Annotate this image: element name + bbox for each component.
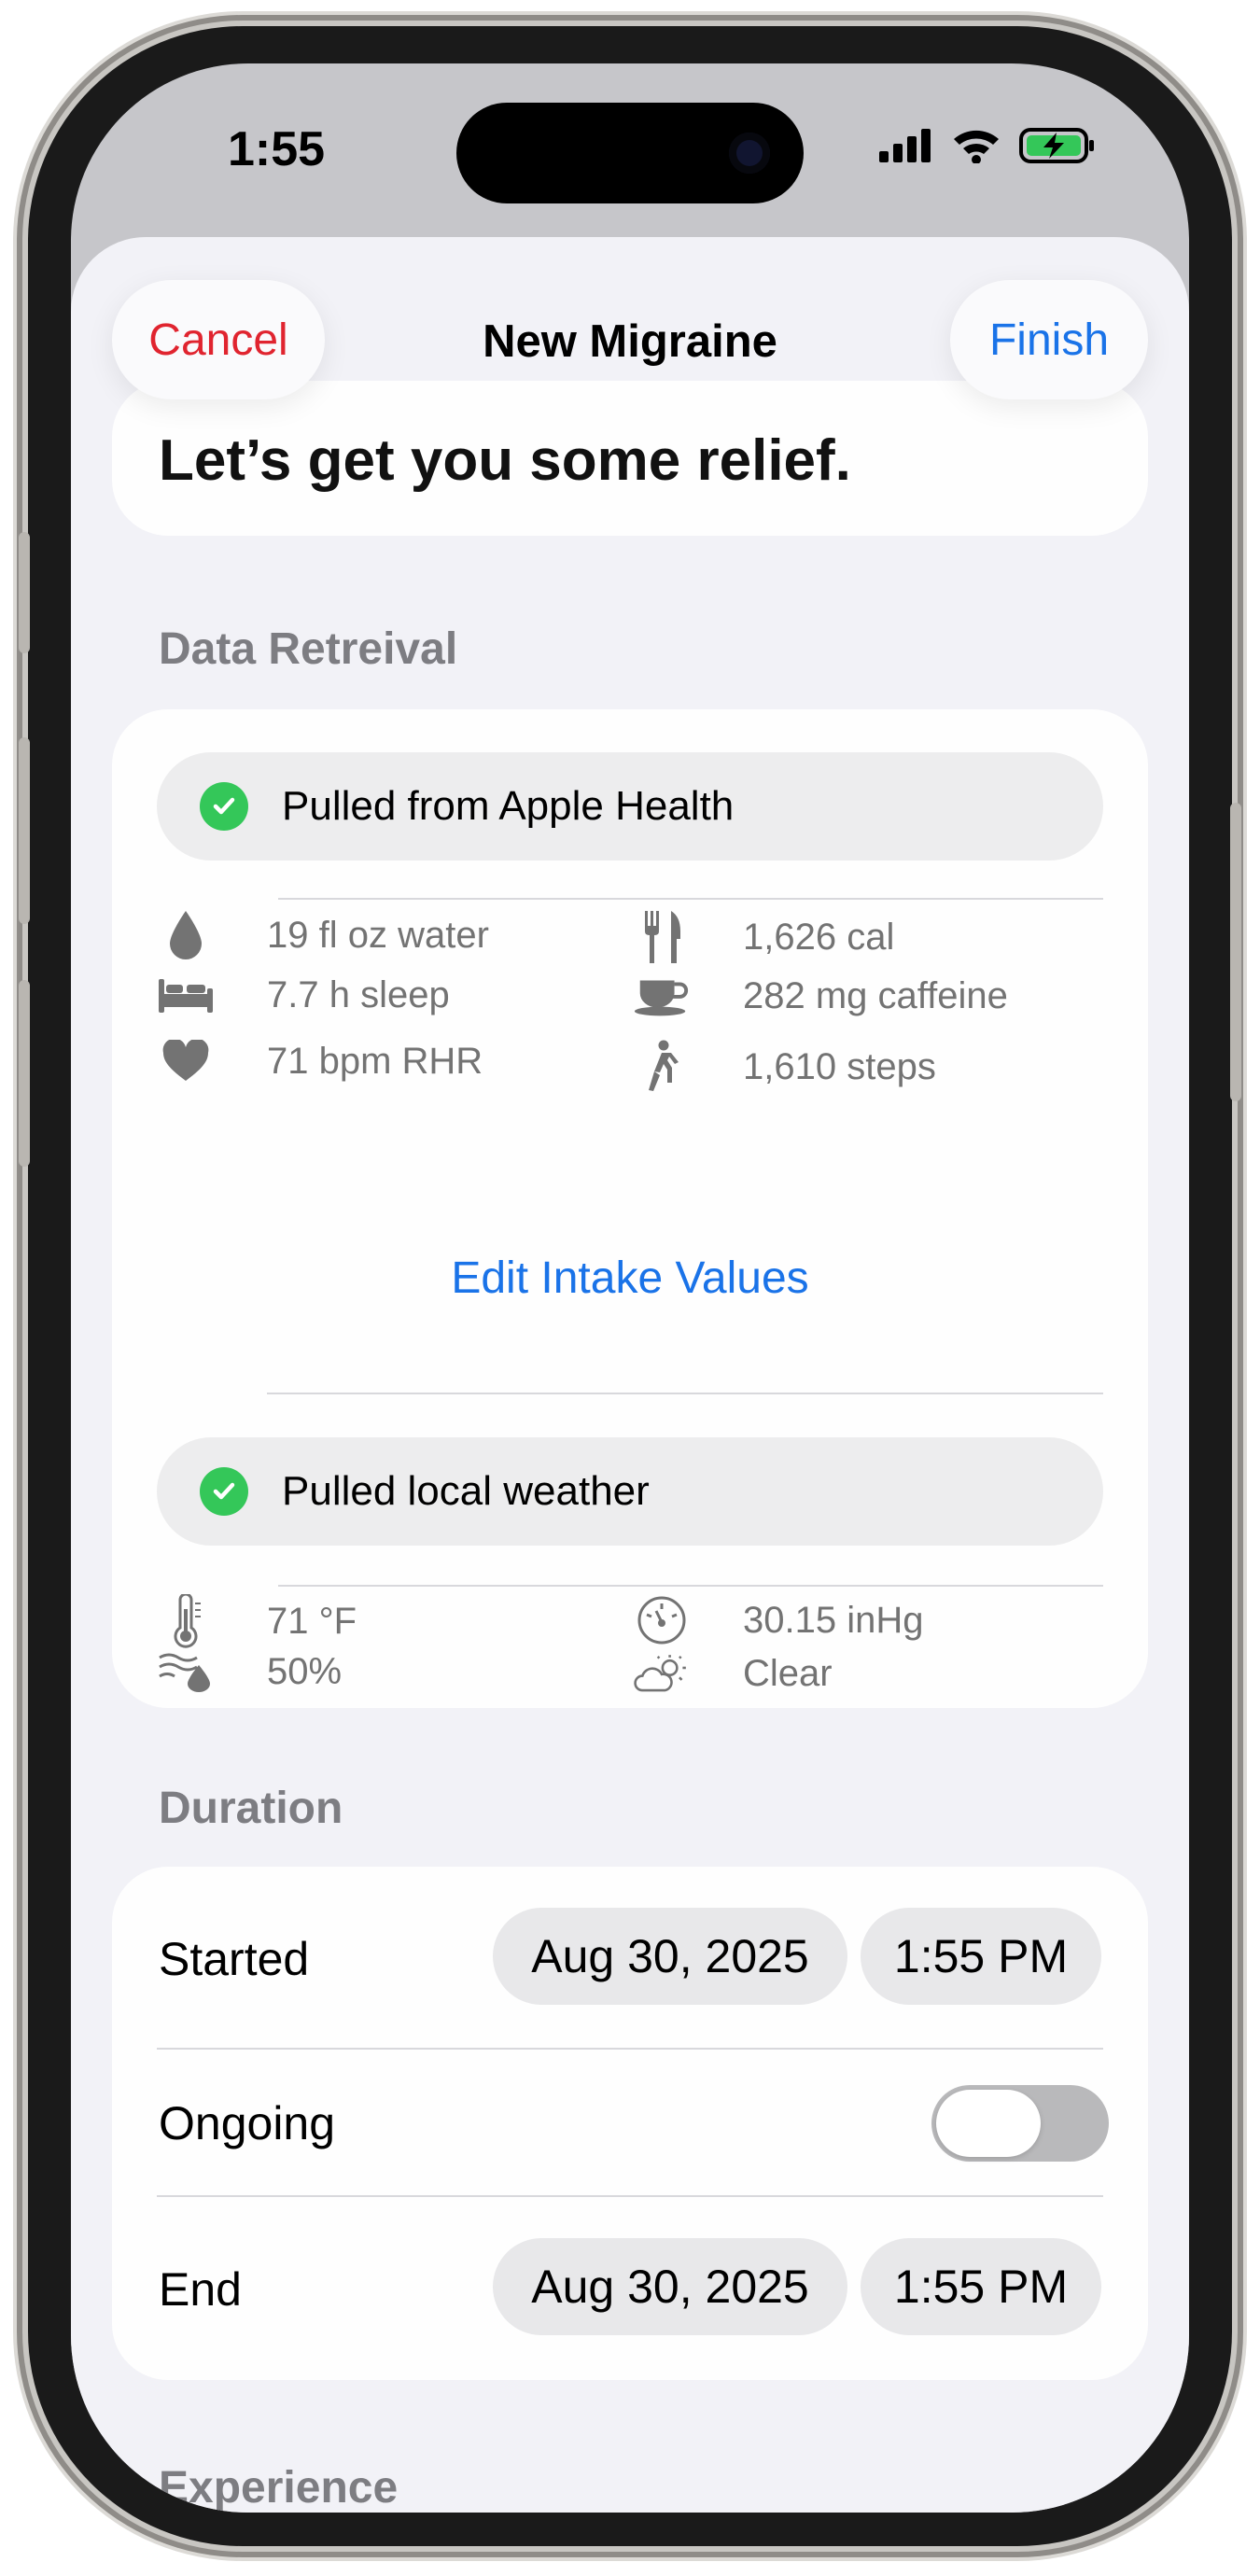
duration-card: Started Aug 30, 2025 1:55 PM Ongoing End… — [112, 1867, 1148, 2380]
calories-stat: 1,626 cal — [633, 909, 894, 965]
section-header-duration: Duration — [159, 1784, 343, 1833]
cloud-sun-icon — [634, 1655, 686, 1692]
data-retrieval-card: Pulled from Apple Health 19 fl oz water … — [112, 709, 1148, 1708]
cellular-signal-icon — [879, 129, 931, 162]
sleep-value: 7.7 h sleep — [267, 974, 450, 1015]
humidity-stat: 50% — [157, 1650, 342, 1693]
status-icons — [879, 127, 1096, 164]
divider — [267, 1393, 1103, 1394]
edit-intake-values-link[interactable]: Edit Intake Values — [112, 1253, 1148, 1304]
battery-charging-icon — [1019, 128, 1094, 163]
dynamic-island — [456, 103, 804, 203]
weather-status-row: Pulled local weather — [157, 1437, 1103, 1546]
checkmark-icon — [200, 1467, 248, 1516]
humidity-value: 50% — [267, 1650, 343, 1692]
started-time-picker[interactable]: 1:55 PM — [861, 1908, 1101, 2005]
thermometer-icon — [174, 1594, 201, 1648]
calories-value: 1,626 cal — [743, 916, 895, 958]
weather-status-label: Pulled local weather — [282, 1468, 650, 1514]
caffeine-value: 282 mg caffeine — [743, 974, 1008, 1016]
divider — [157, 2048, 1103, 2050]
action-button — [19, 532, 30, 653]
gauge-icon — [637, 1596, 686, 1645]
screen: 1:55 Let’s get you some relief. Cancel N… — [71, 63, 1189, 2513]
wifi-icon — [954, 130, 999, 163]
ongoing-label: Ongoing — [159, 2097, 336, 2149]
status-time: 1:55 — [228, 122, 326, 176]
fork-knife-icon — [645, 911, 680, 963]
hero-card: Let’s get you some relief. — [112, 381, 1148, 536]
power-button — [1230, 803, 1241, 1101]
started-date-picker[interactable]: Aug 30, 2025 — [493, 1908, 847, 2005]
condition-stat: Clear — [633, 1650, 833, 1697]
pressure-stat: 30.15 inHg — [633, 1594, 923, 1646]
rhr-stat: 71 bpm RHR — [157, 1040, 483, 1083]
end-time-picker[interactable]: 1:55 PM — [861, 2238, 1101, 2335]
condition-value: Clear — [743, 1652, 833, 1694]
cup-icon — [634, 980, 689, 1016]
finish-label: Finish — [988, 315, 1110, 365]
divider — [278, 1585, 1103, 1587]
caffeine-stat: 282 mg caffeine — [633, 974, 1008, 1017]
ongoing-toggle[interactable] — [931, 2085, 1109, 2162]
finish-button[interactable]: Finish — [950, 280, 1148, 399]
rhr-value: 71 bpm RHR — [267, 1040, 483, 1082]
steps-value: 1,610 steps — [743, 1045, 936, 1087]
temperature-stat: 71 °F — [157, 1594, 357, 1648]
water-drop-icon — [170, 911, 202, 959]
hero-text: Let’s get you some relief. — [159, 428, 851, 493]
health-status-row: Pulled from Apple Health — [157, 752, 1103, 861]
volume-down-button — [19, 980, 30, 1167]
humidity-icon — [159, 1653, 210, 1692]
divider — [278, 898, 1103, 900]
toggle-knob — [936, 2090, 1041, 2157]
water-stat: 19 fl oz water — [157, 909, 489, 961]
volume-up-button — [19, 737, 30, 924]
end-date-picker[interactable]: Aug 30, 2025 — [493, 2238, 847, 2335]
pressure-value: 30.15 inHg — [743, 1599, 924, 1641]
section-header-data-retrieval: Data Retreival — [159, 624, 458, 674]
water-value: 19 fl oz water — [267, 914, 489, 956]
sleep-stat: 7.7 h sleep — [157, 974, 450, 1016]
bed-icon — [159, 978, 213, 1013]
started-label: Started — [159, 1933, 310, 1985]
temperature-value: 71 °F — [267, 1600, 357, 1642]
heart-icon — [162, 1040, 209, 1081]
walking-figure-icon — [649, 1040, 679, 1091]
end-label: End — [159, 2263, 242, 2316]
checkmark-icon — [200, 782, 248, 831]
section-header-experience: Experience — [159, 2463, 399, 2513]
steps-stat: 1,610 steps — [633, 1040, 936, 1094]
divider — [157, 2195, 1103, 2197]
health-status-label: Pulled from Apple Health — [282, 783, 735, 829]
